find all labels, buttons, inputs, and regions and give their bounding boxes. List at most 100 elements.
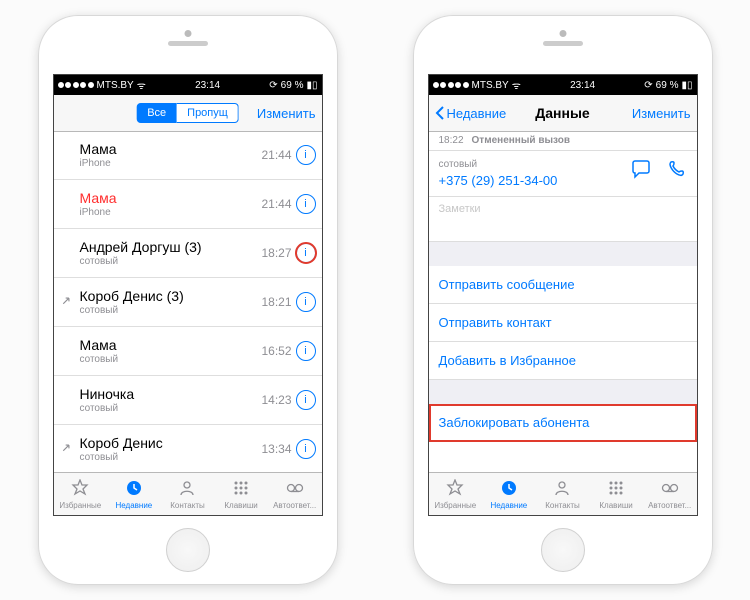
call-icon[interactable] [667, 159, 687, 182]
segmented-control: Все Пропущ [136, 103, 239, 123]
wifi-icon: ᯤ [512, 78, 521, 92]
info-icon[interactable]: i [296, 243, 316, 263]
chevron-left-icon [435, 106, 445, 120]
device-right: MTS.BY ᯤ 23:14 ⟳69 %▮▯ Недавние Данные И… [413, 15, 713, 585]
tab-label: Избранные [59, 501, 101, 510]
tab-contacts[interactable]: Контакты [161, 473, 215, 515]
contacts-icon [178, 479, 196, 500]
info-icon[interactable]: i [296, 292, 316, 312]
tabbar: Избранные Недавние Контакты Клавиши Автоотве… [429, 472, 697, 515]
action-0[interactable]: Отправить сообщение [429, 266, 697, 304]
outgoing-icon [60, 294, 73, 310]
call-row[interactable]: Короб Денис (3)сотовый 18:21 i [54, 278, 322, 327]
tab-fav[interactable]: Избранные [54, 473, 108, 515]
call-name: Мама [80, 190, 117, 206]
call-name: Андрей Доргуш (3) [80, 239, 202, 255]
block-caller[interactable]: Заблокировать абонента [429, 404, 697, 442]
home-button[interactable] [166, 528, 210, 572]
call-source: сотовый [80, 256, 202, 267]
call-time: 16:52 [261, 344, 291, 358]
call-time: 21:44 [261, 197, 291, 211]
number-type: сотовый [439, 159, 558, 170]
call-source: сотовый [80, 452, 163, 463]
statusbar: MTS.BY ᯤ 23:14 ⟳69 %▮▯ [429, 75, 697, 95]
edit-button[interactable]: Изменить [632, 106, 691, 121]
fav-icon [71, 479, 89, 500]
info-icon[interactable]: i [296, 194, 316, 214]
tab-label: Избранные [434, 501, 476, 510]
navbar: Недавние Данные Изменить [429, 95, 697, 132]
info-icon[interactable]: i [296, 145, 316, 165]
info-icon[interactable]: i [296, 390, 316, 410]
contacts-icon [553, 479, 571, 500]
action-2[interactable]: Добавить в Избранное [429, 342, 697, 380]
tab-keypad[interactable]: Клавиши [589, 473, 643, 515]
tabbar: Избранные Недавние Контакты Клавиши Автоотве… [54, 472, 322, 515]
tab-fav[interactable]: Избранные [429, 473, 483, 515]
call-time: 18:27 [261, 246, 291, 260]
contact-detail: 18:22 Отмененный вызов сотовый +375 (29)… [429, 131, 697, 473]
call-source: iPhone [80, 207, 117, 218]
call-row[interactable]: Короб Дениссотовый13:34i [54, 425, 322, 473]
call-row[interactable]: Мамасотовый 16:52 i [54, 327, 322, 376]
tab-label: Автоответ... [273, 501, 316, 510]
back-button[interactable]: Недавние [435, 106, 507, 121]
tab-voicemail[interactable]: Автоответ... [643, 473, 697, 515]
call-source: iPhone [80, 158, 117, 169]
call-time: 14:23 [261, 393, 291, 407]
action-1[interactable]: Отправить контакт [429, 304, 697, 342]
call-row[interactable]: МамаiPhone 21:44 i [54, 180, 322, 229]
home-button[interactable] [541, 528, 585, 572]
call-source: сотовый [80, 305, 184, 316]
tab-recent[interactable]: Недавние [482, 473, 536, 515]
notes-field[interactable]: Заметки [429, 197, 697, 242]
call-row[interactable]: Ниночкасотовый 14:23 i [54, 376, 322, 425]
wifi-icon: ᯤ [137, 78, 146, 92]
statusbar: MTS.BY ᯤ 23:14 ⟳69 %▮▯ [54, 75, 322, 95]
tab-label: Недавние [116, 501, 153, 510]
tab-label: Контакты [170, 501, 205, 510]
info-icon[interactable]: i [296, 341, 316, 361]
call-name: Короб Денис (3) [80, 288, 184, 304]
tab-label: Клавиши [224, 501, 257, 510]
tab-label: Клавиши [599, 501, 632, 510]
page-title: Данные [535, 105, 589, 121]
outgoing-icon [60, 441, 73, 457]
edit-button[interactable]: Изменить [257, 106, 316, 121]
voicemail-icon [286, 479, 304, 500]
call-name: Ниночка [80, 386, 135, 402]
call-time: 13:34 [261, 442, 291, 456]
tab-contacts[interactable]: Контакты [536, 473, 590, 515]
recent-icon [125, 479, 143, 500]
phone-number[interactable]: +375 (29) 251-34-00 [439, 173, 558, 188]
call-row[interactable]: Андрей Доргуш (3)сотовый 18:27 i [54, 229, 322, 278]
navbar: Все Пропущ Изменить [54, 95, 322, 132]
fav-icon [446, 479, 464, 500]
device-left: MTS.BY ᯤ 23:14 ⟳69 %▮▯ Все Пропущ Измени… [38, 15, 338, 585]
clock: 23:14 [195, 80, 220, 91]
keypad-icon [232, 479, 250, 500]
seg-all[interactable]: Все [136, 103, 177, 123]
recent-icon [500, 479, 518, 500]
seg-missed[interactable]: Пропущ [177, 103, 239, 123]
tab-voicemail[interactable]: Автоответ... [268, 473, 322, 515]
last-call-kind: Отмененный вызов [472, 135, 570, 146]
call-time: 21:44 [261, 148, 291, 162]
last-call-time: 18:22 [439, 135, 464, 146]
tab-keypad[interactable]: Клавиши [214, 473, 268, 515]
call-name: Мама [80, 141, 117, 157]
call-name: Мама [80, 337, 119, 353]
tab-label: Автоответ... [648, 501, 691, 510]
call-source: сотовый [80, 354, 119, 365]
message-icon[interactable] [631, 159, 651, 182]
tab-label: Недавние [491, 501, 528, 510]
call-row[interactable]: МамаiPhone 21:44 i [54, 131, 322, 180]
info-icon[interactable]: i [296, 439, 316, 459]
keypad-icon [607, 479, 625, 500]
voicemail-icon [661, 479, 679, 500]
tab-label: Контакты [545, 501, 580, 510]
tab-recent[interactable]: Недавние [107, 473, 161, 515]
call-source: сотовый [80, 403, 135, 414]
call-time: 18:21 [261, 295, 291, 309]
recents-list: МамаiPhone21:44iМамаiPhone21:44iАндрей Д… [54, 131, 322, 473]
